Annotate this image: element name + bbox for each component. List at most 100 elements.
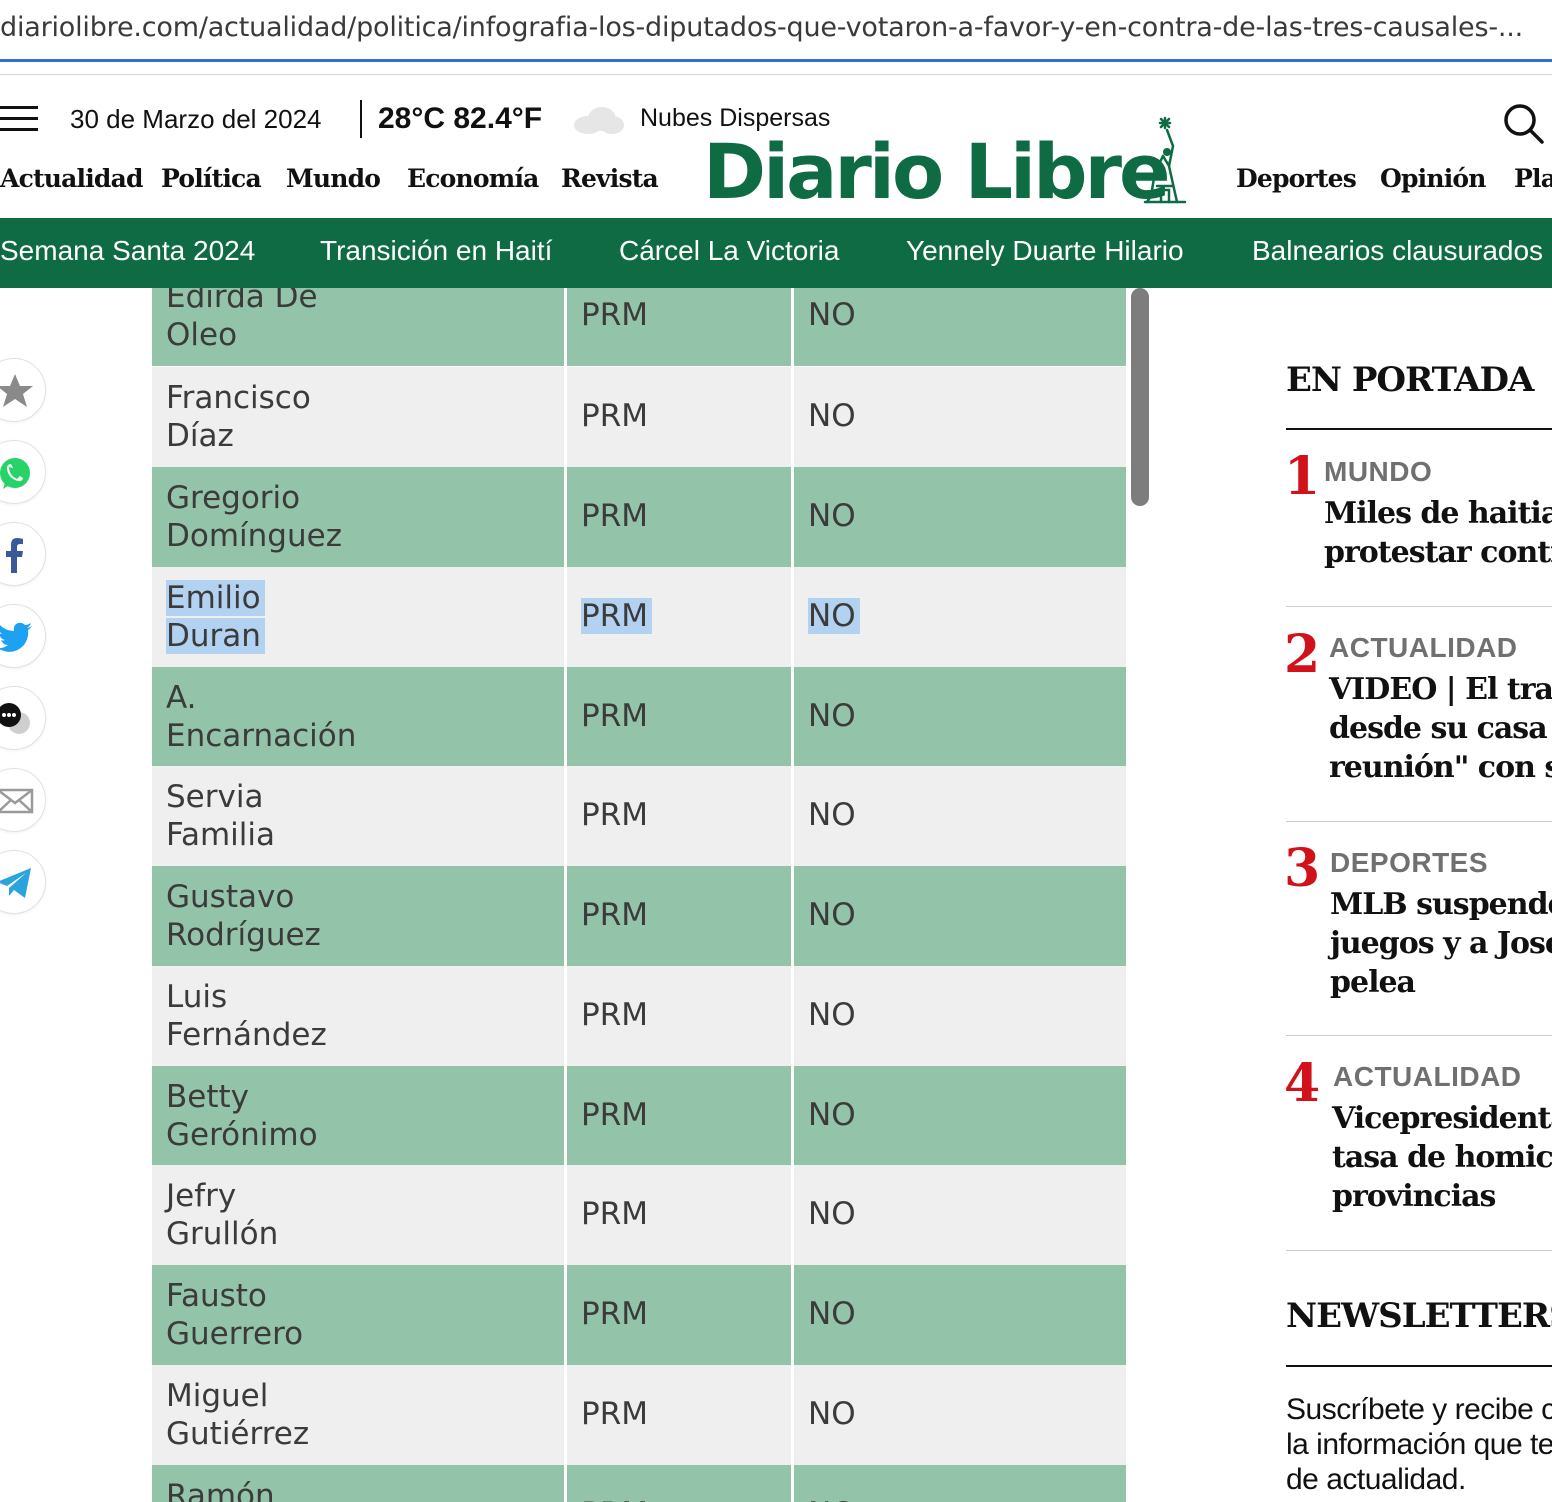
divider bbox=[360, 100, 362, 138]
party-cell: PRM bbox=[567, 467, 794, 567]
address-bar[interactable]: diariolibre.com/actualidad/politica/info… bbox=[0, 0, 1552, 62]
scrollbar-thumb[interactable] bbox=[1131, 288, 1149, 506]
whatsapp-icon bbox=[0, 458, 30, 489]
party-value: PRM bbox=[581, 997, 648, 1033]
name-cell: Miguel Gutiérrez bbox=[152, 1365, 567, 1465]
vote-cell: NO bbox=[794, 567, 1126, 667]
party-value: PRM bbox=[581, 398, 648, 434]
name-line: Fausto bbox=[166, 1278, 267, 1314]
trending-item[interactable]: Transición en Haití bbox=[320, 235, 552, 267]
party-value: PRM bbox=[581, 698, 648, 734]
party-value: PRM bbox=[581, 1097, 648, 1133]
vote-value: NO bbox=[808, 297, 856, 333]
comments-button[interactable] bbox=[0, 686, 46, 750]
trending-bar: Semana Santa 2024 Transición en Haití Cá… bbox=[0, 218, 1552, 288]
headline-line: Miles de haitian bbox=[1324, 496, 1552, 531]
table-row: Luis Fernández PRM NO bbox=[152, 966, 1126, 1066]
trending-item[interactable]: Cárcel La Victoria bbox=[619, 235, 839, 267]
vote-cell: NO bbox=[794, 667, 1126, 767]
vote-value: NO bbox=[808, 1196, 856, 1232]
share-telegram-button[interactable] bbox=[0, 850, 46, 914]
nav-mundo[interactable]: Mundo bbox=[286, 164, 381, 193]
table-scrollbar[interactable] bbox=[1130, 288, 1150, 508]
article-category[interactable]: ACTUALIDAD bbox=[1329, 632, 1518, 664]
nav-economia[interactable]: Economía bbox=[407, 164, 539, 193]
twitter-icon bbox=[0, 622, 32, 652]
party-cell: PRM bbox=[567, 1465, 794, 1502]
headline-line: Vicepresidenta bbox=[1332, 1101, 1552, 1136]
nav-deportes[interactable]: Deportes bbox=[1236, 164, 1357, 193]
party-value: PRM bbox=[581, 1196, 648, 1232]
share-facebook-button[interactable] bbox=[0, 522, 46, 586]
temperature: 28°C 82.4°F bbox=[378, 102, 543, 135]
facebook-icon bbox=[6, 538, 23, 573]
article-headline[interactable]: Miles de haitian protestar contra bbox=[1324, 494, 1552, 572]
url-text[interactable]: diariolibre.com/actualidad/politica/info… bbox=[0, 12, 1552, 43]
table-row: A. Encarnación PRM NO bbox=[152, 667, 1126, 767]
vote-cell: NO bbox=[794, 1066, 1126, 1166]
name-cell: Gustavo Rodríguez bbox=[152, 866, 567, 966]
name-line: Servia bbox=[166, 779, 264, 815]
party-cell: PRM bbox=[567, 966, 794, 1066]
name-line: Gutiérrez bbox=[166, 1416, 310, 1452]
name-cell: Ramón Bueno bbox=[152, 1465, 567, 1502]
name-cell: Fausto Guerrero bbox=[152, 1265, 567, 1365]
article-headline[interactable]: MLB suspende a juegos y a José I pelea bbox=[1330, 885, 1552, 1002]
share-whatsapp-button[interactable] bbox=[0, 440, 46, 504]
nav-politica[interactable]: Política bbox=[161, 164, 262, 193]
newsletter-line: la información que te bbox=[1286, 1428, 1552, 1461]
nav-opinion[interactable]: Opinión bbox=[1380, 164, 1486, 193]
vote-cell: NO bbox=[794, 1265, 1126, 1365]
table-row: Miguel Gutiérrez PRM NO bbox=[152, 1365, 1126, 1465]
party-value: PRM bbox=[581, 1396, 648, 1432]
vote-value: NO bbox=[808, 1396, 856, 1432]
headline-line: reunión" con su bbox=[1329, 750, 1552, 785]
nav-actualidad[interactable]: Actualidad bbox=[0, 164, 144, 193]
divider bbox=[1286, 821, 1552, 822]
nav-planeta[interactable]: Pla bbox=[1514, 164, 1552, 193]
vote-value: NO bbox=[808, 1296, 856, 1332]
nav-revista[interactable]: Revista bbox=[561, 164, 659, 193]
trending-item[interactable]: Balnearios clausurados bbox=[1252, 235, 1543, 267]
name-line: Francisco bbox=[166, 380, 311, 416]
share-twitter-button[interactable] bbox=[0, 604, 46, 668]
vote-cell: NO bbox=[794, 467, 1126, 567]
vote-cell: NO bbox=[794, 367, 1126, 467]
article-category[interactable]: DEPORTES bbox=[1330, 847, 1488, 879]
party-value: PRM bbox=[581, 1296, 648, 1332]
newsletter-description: Suscríbete y recibe c la información que… bbox=[1286, 1392, 1552, 1497]
table-row: Betty Gerónimo PRM NO bbox=[152, 1066, 1126, 1166]
article-category[interactable]: MUNDO bbox=[1324, 456, 1432, 488]
share-email-button[interactable] bbox=[0, 768, 46, 832]
telegram-icon bbox=[0, 868, 31, 898]
menu-icon[interactable] bbox=[0, 106, 38, 132]
party-cell: PRM bbox=[567, 288, 794, 366]
headline-line: pelea bbox=[1330, 965, 1416, 1000]
search-icon[interactable] bbox=[1502, 102, 1544, 144]
email-icon bbox=[0, 788, 34, 814]
portada-title: EN PORTADA bbox=[1286, 360, 1534, 400]
site-logo[interactable]: Diario Libre bbox=[703, 116, 1193, 214]
newsletter-line: de actualidad. bbox=[1286, 1463, 1466, 1496]
name-cell: Edirda De Oleo bbox=[152, 288, 567, 366]
cloud-icon bbox=[574, 107, 624, 134]
name-line: Rodríguez bbox=[166, 917, 321, 953]
divider bbox=[1286, 1365, 1552, 1367]
name-line: Emilio bbox=[166, 580, 265, 616]
headline-line: protestar contra bbox=[1324, 535, 1552, 570]
trending-item[interactable]: Semana Santa 2024 bbox=[0, 235, 255, 267]
party-value: PRM bbox=[581, 498, 648, 534]
votes-table: Edirda De Oleo PRM NO Francisco Díaz PRM N… bbox=[152, 288, 1126, 1502]
name-line: Domínguez bbox=[166, 518, 342, 554]
name-line: Fernández bbox=[166, 1017, 327, 1053]
name-cell: Emilio Duran bbox=[152, 567, 567, 667]
favorite-button[interactable] bbox=[0, 358, 46, 422]
name-line: Díaz bbox=[166, 418, 234, 454]
trending-item[interactable]: Yennely Duarte Hilario bbox=[906, 235, 1184, 267]
party-cell: PRM bbox=[567, 1365, 794, 1465]
article-headline[interactable]: VIDEO | El traye desde su casa ha reunió… bbox=[1329, 670, 1552, 787]
vote-value: NO bbox=[808, 1494, 856, 1502]
article-headline[interactable]: Vicepresidenta tasa de homicid provincia… bbox=[1332, 1099, 1552, 1216]
article-category[interactable]: ACTUALIDAD bbox=[1333, 1061, 1522, 1093]
name-line: Oleo bbox=[166, 317, 238, 353]
